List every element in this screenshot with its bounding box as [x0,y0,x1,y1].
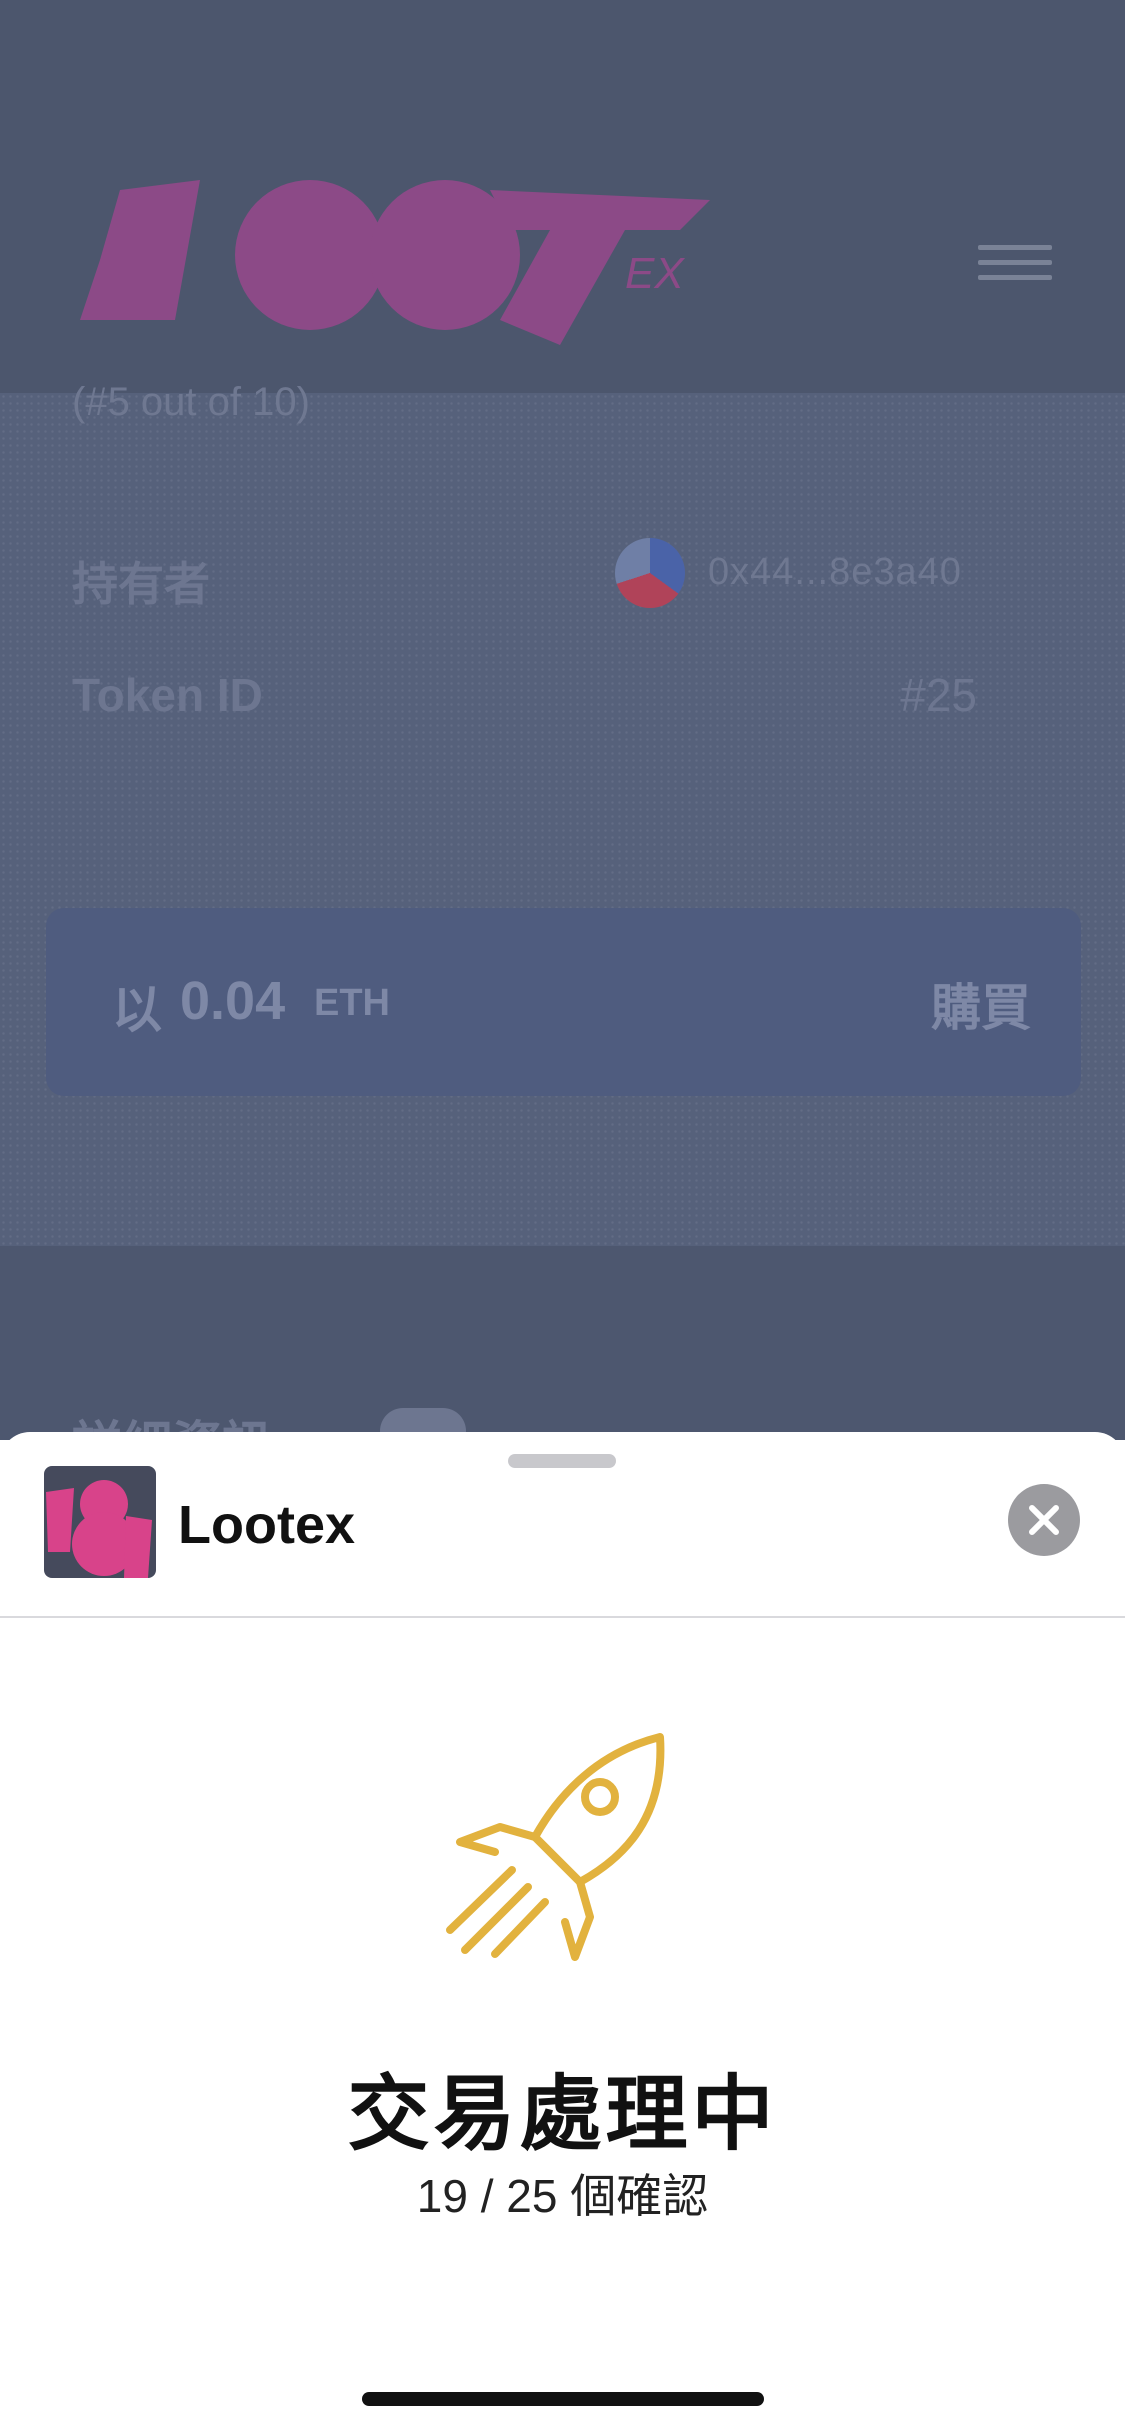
edition-text: (#5 out of 10) [72,380,310,424]
buy-button[interactable]: 以 0.04 ETH 購買 [46,908,1081,1096]
token-id-value: #25 [900,669,977,721]
owner-avatar[interactable] [615,538,685,608]
lootex-logo[interactable]: EX [80,170,720,350]
confirmations-count: 19 / 25 個確認 [416,2170,709,2222]
token-id-label: Token ID [72,669,263,721]
app-header: EX [0,0,1125,393]
background-app: EX (#5 out of 10) 持有者 0x44...8e3a40 Toke… [0,0,1125,1440]
owner-address[interactable]: 0x44...8e3a40 [708,551,962,594]
transaction-sheet: Lootex 交易處理中 19 / 25 個確認 [0,1432,1125,2436]
sheet-grabber[interactable] [508,1454,616,1468]
sheet-app-name: Lootex [178,1495,356,1555]
close-icon [1029,1505,1059,1535]
close-button[interactable] [1008,1484,1080,1556]
rocket-icon [446,1733,665,1961]
buy-action-label: 購買 [931,980,1031,1036]
nft-detail-panel: (#5 out of 10) 持有者 0x44...8e3a40 Token I… [0,380,1125,1246]
owner-label: 持有者 [72,558,210,610]
status-title: 交易處理中 [347,2069,778,2160]
svg-text:EX: EX [625,249,685,298]
hamburger-menu-icon[interactable] [978,245,1052,281]
home-indicator[interactable] [362,2392,764,2406]
buy-currency: ETH [314,982,390,1024]
lootex-app-icon [44,1466,156,1578]
buy-prefix: 以 [112,982,162,1038]
buy-price: 0.04 [180,971,286,1031]
sheet-header: Lootex [0,1432,1125,1618]
